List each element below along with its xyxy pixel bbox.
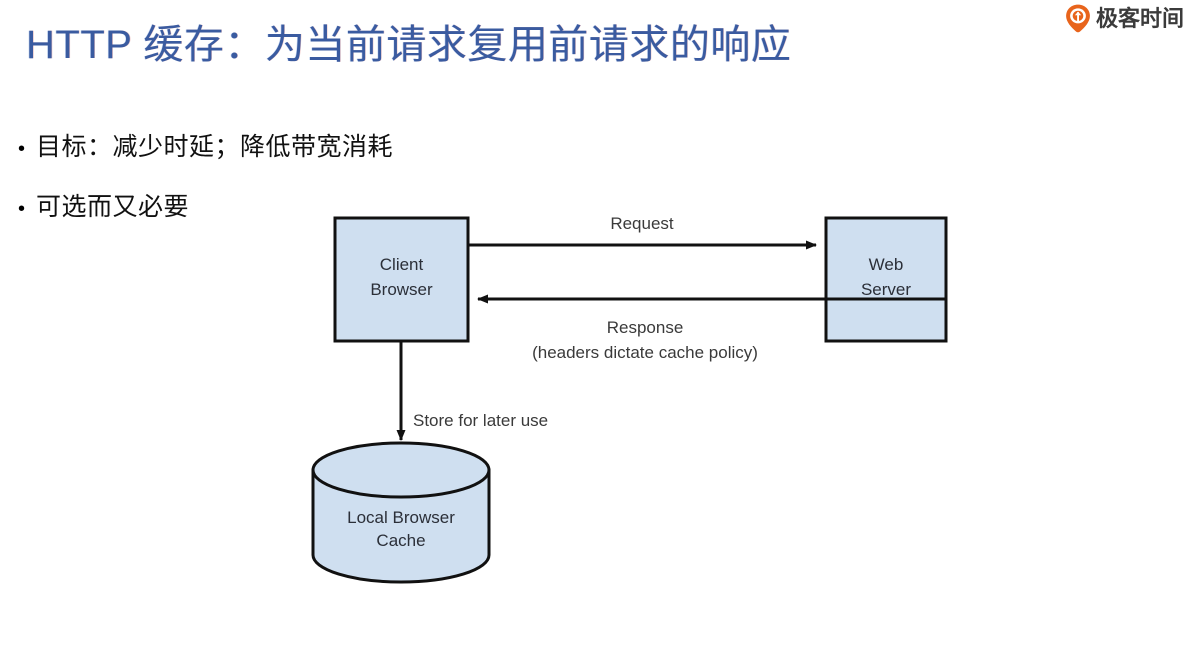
bullet-text: 目标：减少时延；降低带宽消耗: [36, 133, 394, 161]
brand-logo: 极客时间: [1065, 4, 1184, 33]
node-local-browser-cache-line1: Local Browser: [347, 508, 455, 527]
edge-store-label: Store for later use: [413, 411, 548, 430]
http-cache-diagram: Client Browser Web Server Request Respon…: [300, 198, 990, 598]
page-title: HTTP 缓存：为当前请求复用前请求的响应: [26, 23, 792, 67]
bullet-text: 可选而又必要: [36, 193, 190, 222]
node-client-browser-line1: Client: [380, 255, 424, 274]
geektime-pin-icon: [1065, 4, 1091, 33]
node-local-browser-cache-line2: Cache: [376, 531, 425, 550]
edge-store: Store for later use: [396, 341, 548, 441]
node-local-browser-cache: Local Browser Cache: [311, 441, 491, 584]
node-web-server-line1: Web: [869, 255, 904, 274]
node-web-server: Web Server: [824, 216, 948, 343]
bullet-marker-icon: •: [18, 198, 26, 221]
edge-response-label-line1: Response: [607, 318, 684, 337]
node-web-server-line2: Server: [861, 280, 911, 299]
brand-name: 极客时间: [1095, 5, 1184, 31]
edge-request: Request: [468, 214, 817, 250]
list-item: • 目标：减少时延；降低带宽消耗: [18, 132, 538, 163]
node-client-browser-line2: Browser: [370, 280, 433, 299]
edge-response-label-line2: (headers dictate cache policy): [532, 343, 758, 362]
bullet-marker-icon: •: [18, 138, 26, 160]
node-client-browser: Client Browser: [333, 216, 470, 343]
edge-request-label: Request: [610, 214, 674, 233]
